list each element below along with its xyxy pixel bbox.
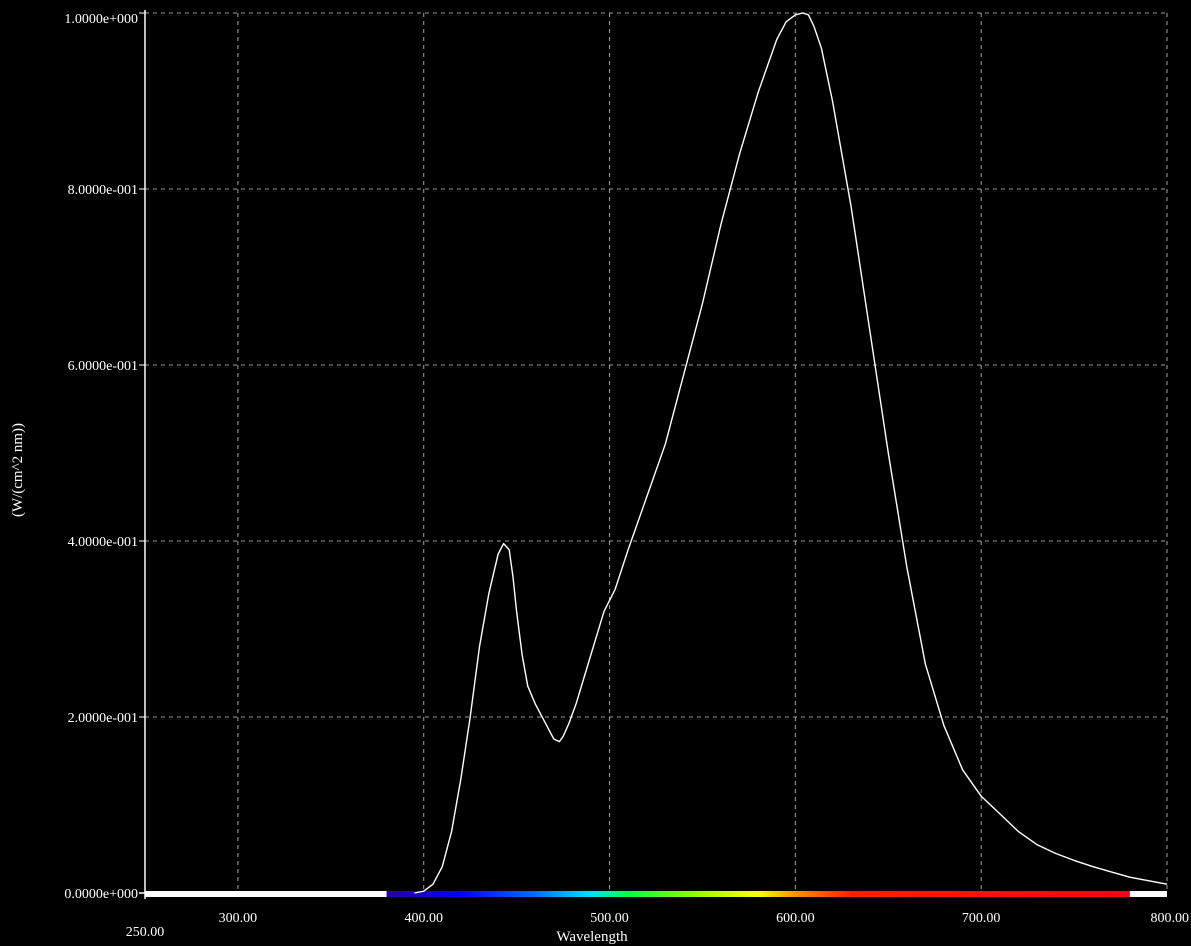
chart-background xyxy=(0,0,1191,946)
x-axis-label: Wavelength xyxy=(556,929,628,945)
y-tick-label: 0.0000e+000 xyxy=(64,887,138,902)
x-tick-label: 300.00 xyxy=(219,911,258,926)
spectrum-bar-visible xyxy=(386,891,1130,897)
x-tick-label: 800.00 xyxy=(1151,911,1190,926)
x-tick-label: 400.00 xyxy=(404,911,443,926)
x-tick-label: 700.00 xyxy=(962,911,1001,926)
y-tick-label: 1.0000e+000 xyxy=(64,12,138,27)
spectrum-chart: 250.00 300.00 400.00 500.00 600.00 700.00 800.… xyxy=(0,0,1191,946)
y-tick-label: 8.0000e-001 xyxy=(68,183,138,198)
y-axis-label: (W/(cm^2 nm)) xyxy=(10,423,26,517)
y-tick-label: 4.0000e-001 xyxy=(68,535,138,550)
x-tick-label: 500.00 xyxy=(590,911,629,926)
spectrum-bar xyxy=(145,891,1167,897)
y-tick-label: 2.0000e-001 xyxy=(68,711,138,726)
x-tick-label: 600.00 xyxy=(776,911,815,926)
y-tick-label: 6.0000e-001 xyxy=(68,359,138,374)
x-tick-label: 250.00 xyxy=(126,925,165,940)
